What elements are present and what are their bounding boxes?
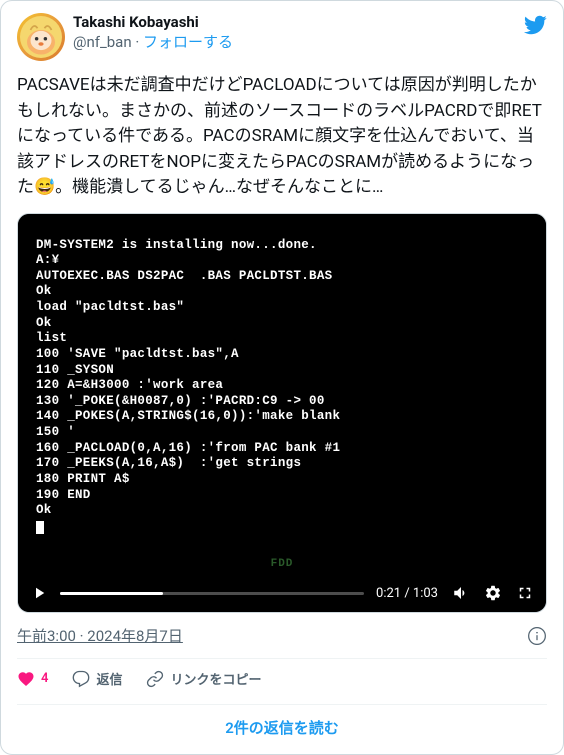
handle-row: @nf_ban · フォローする bbox=[73, 33, 233, 53]
settings-icon[interactable] bbox=[484, 584, 502, 602]
handle[interactable]: @nf_ban bbox=[73, 33, 132, 51]
video-progress-bar[interactable] bbox=[60, 592, 364, 595]
video-time: 0:21 / 1:03 bbox=[376, 586, 438, 601]
terminal-screen: DM-SYSTEM2 is installing now...done. A:¥… bbox=[18, 214, 546, 575]
like-count: 4 bbox=[41, 671, 48, 686]
video-progress-fill bbox=[60, 592, 163, 595]
read-replies: 2件の返信を読む bbox=[17, 705, 547, 742]
fullscreen-icon[interactable] bbox=[516, 584, 534, 602]
display-name[interactable]: Takashi Kobayashi bbox=[73, 13, 233, 33]
avatar[interactable] bbox=[17, 13, 65, 61]
read-replies-link[interactable]: 2件の返信を読む bbox=[225, 719, 339, 737]
like-button[interactable]: 4 bbox=[17, 670, 48, 688]
terminal-content: DM-SYSTEM2 is installing now...done. A:¥… bbox=[36, 238, 340, 518]
video-media: DM-SYSTEM2 is installing now...done. A:¥… bbox=[17, 213, 547, 614]
timestamp-link[interactable]: 午前3:00 · 2024年8月7日 bbox=[17, 625, 183, 646]
info-icon[interactable] bbox=[527, 626, 547, 646]
copy-link-label: リンクをコピー bbox=[170, 669, 261, 688]
video-controls-left bbox=[30, 584, 48, 602]
follow-link[interactable]: フォローする bbox=[143, 33, 233, 51]
reply-label: 返信 bbox=[96, 669, 122, 688]
cursor-icon bbox=[36, 521, 44, 534]
video-controls: 0:21 / 1:03 bbox=[18, 574, 546, 612]
copy-link-button[interactable]: リンクをコピー bbox=[146, 669, 261, 688]
fdd-indicator: FDD bbox=[271, 558, 294, 570]
reply-icon bbox=[72, 670, 90, 688]
link-icon bbox=[146, 670, 164, 688]
avatar-image bbox=[20, 16, 62, 58]
tweet-text: PACSAVEは未だ調査中だけどPACLOADについては原因が判明したかもしれな… bbox=[17, 73, 547, 201]
actions-bar: 4 返信 リンクをコピー bbox=[17, 659, 547, 692]
user-info: Takashi Kobayashi @nf_ban · フォローする bbox=[73, 13, 233, 52]
video-controls-right: 0:21 / 1:03 bbox=[376, 584, 534, 602]
tweet-header: Takashi Kobayashi @nf_ban · フォローする bbox=[17, 13, 547, 61]
tweet-card: Takashi Kobayashi @nf_ban · フォローする PACSA… bbox=[0, 0, 564, 755]
reply-button[interactable]: 返信 bbox=[72, 669, 122, 688]
heart-icon bbox=[17, 670, 35, 688]
volume-icon[interactable] bbox=[452, 584, 470, 602]
header-left: Takashi Kobayashi @nf_ban · フォローする bbox=[17, 13, 233, 61]
twitter-logo-icon[interactable] bbox=[523, 13, 547, 37]
separator: · bbox=[135, 33, 143, 51]
play-icon[interactable] bbox=[30, 584, 48, 602]
meta-row: 午前3:00 · 2024年8月7日 bbox=[17, 625, 547, 646]
